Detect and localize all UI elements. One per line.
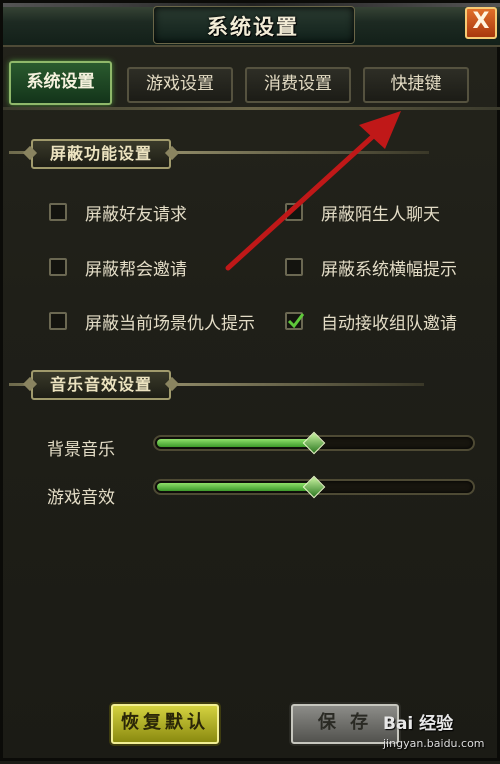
- annotation-arrow-icon: [225, 111, 401, 271]
- settings-window: 系统设置 X 系统设置 游戏设置 消费设置 快捷键 屏蔽功能设置 屏蔽好友请求 …: [0, 0, 500, 761]
